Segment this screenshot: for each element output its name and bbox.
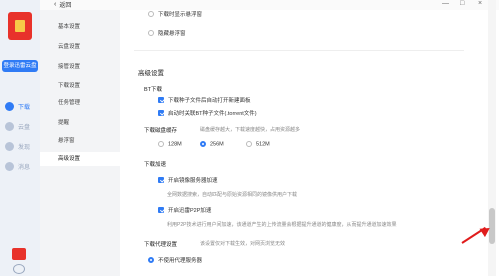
- accel-title: 下载加速: [144, 162, 167, 168]
- radio-button[interactable]: [246, 140, 252, 147]
- radio-button[interactable]: [148, 30, 154, 37]
- rail-item-discover[interactable]: 发现: [0, 137, 40, 155]
- checkbox[interactable]: [158, 110, 164, 117]
- nav-item-reminder[interactable]: 提醒: [40, 116, 120, 130]
- radio-button[interactable]: [158, 140, 164, 147]
- advanced-title: 高级设置: [138, 70, 164, 77]
- nav-item-basic[interactable]: 基本设置: [40, 20, 120, 34]
- radio-button[interactable]: [200, 140, 206, 147]
- gear-icon[interactable]: [13, 264, 25, 274]
- login-cloud-button[interactable]: 登录迅雷云盘: [2, 60, 38, 72]
- proxy-title: 下载代理设置: [144, 242, 178, 248]
- back-label: 返回: [59, 3, 72, 9]
- float-window-option[interactable]: 下载时显示悬浮窗: [148, 10, 202, 18]
- radio-button[interactable]: [148, 257, 154, 264]
- cloud-icon: [5, 121, 14, 131]
- cache-option-128[interactable]: 128M: [158, 140, 182, 147]
- divider: [134, 50, 464, 51]
- message-icon: [5, 161, 14, 171]
- rail-item-cloud[interactable]: 云盘: [0, 117, 40, 135]
- app-logo: [8, 12, 32, 40]
- download-icon: [5, 101, 14, 111]
- rail-item-download[interactable]: 下载: [0, 97, 40, 115]
- window-header: ‹ 返回 — □ ×: [40, 0, 499, 10]
- cache-title: 下载磁盘缓存: [144, 128, 178, 134]
- nav-item-tasks[interactable]: 任务管理: [40, 96, 120, 110]
- close-button[interactable]: ×: [478, 0, 482, 7]
- p2p-accel-option[interactable]: 开启迅雷P2P加速: [158, 206, 211, 214]
- nav-item-cloud[interactable]: 云盘设置: [40, 40, 120, 54]
- checkbox[interactable]: [158, 207, 164, 214]
- maximize-button[interactable]: □: [460, 0, 464, 7]
- checkbox[interactable]: [158, 177, 164, 184]
- rail-item-label: 下载: [18, 104, 31, 111]
- cache-option-512[interactable]: 512M: [246, 140, 270, 147]
- mirror-accel-option[interactable]: 开启镜像服务器加速: [158, 176, 218, 184]
- chevron-left-icon: ‹: [54, 1, 57, 8]
- cache-hint: 磁盘缓存越大，下载速度越快，占用资源越多: [200, 127, 301, 133]
- proxy-hint: 该设置仅对下载生效，对网页浏览无效: [200, 241, 286, 247]
- app-sidebar: 登录迅雷云盘 下载 云盘 发现 消息: [0, 0, 40, 276]
- rail-item-label: 云盘: [18, 124, 31, 131]
- compass-icon: [5, 141, 14, 151]
- no-proxy-option[interactable]: 不使用代理服务器: [148, 256, 202, 264]
- scrollbar[interactable]: [488, 0, 496, 276]
- settings-content: 下载时显示悬浮窗 隐藏悬浮窗 高级设置 BT下载 下载种子文件后自动打开新建面板…: [120, 10, 479, 276]
- nav-item-takeover[interactable]: 接管设置: [40, 60, 120, 74]
- rail-item-messages[interactable]: 消息: [0, 157, 40, 175]
- hide-float-option[interactable]: 隐藏悬浮窗: [148, 29, 186, 37]
- minimize-button[interactable]: —: [442, 0, 449, 7]
- nav-item-advanced[interactable]: 高级设置: [40, 152, 120, 166]
- bt-title: BT下载: [144, 87, 163, 93]
- gift-icon[interactable]: [12, 248, 26, 260]
- radio-button[interactable]: [148, 11, 154, 18]
- mirror-accel-hint: 全网数据搜索，自动匹配与原始资源相同的镜像供用户下载: [167, 192, 298, 198]
- nav-item-download[interactable]: 下载设置: [40, 79, 120, 93]
- p2p-accel-hint: 利用P2P技术进行用户间加速，该通道产生的上传流量会根据提升通道的健康度，从而提…: [167, 222, 397, 228]
- checkbox[interactable]: [158, 97, 164, 104]
- rail-item-label: 消息: [18, 164, 31, 171]
- bt-associate-option[interactable]: 启动时关联BT种子文件(.torrent文件): [158, 109, 257, 117]
- settings-nav: 基本设置 云盘设置 接管设置 下载设置 任务管理 提醒 悬浮窗 高级设置: [40, 10, 120, 276]
- nav-item-floating[interactable]: 悬浮窗: [40, 134, 120, 148]
- scrollbar-thumb[interactable]: [489, 208, 495, 244]
- bt-auto-open-option[interactable]: 下载种子文件后自动打开新建面板: [158, 96, 251, 104]
- cache-option-256[interactable]: 256M: [200, 140, 224, 147]
- rail-item-label: 发现: [18, 144, 31, 151]
- back-button[interactable]: ‹ 返回: [54, 0, 71, 9]
